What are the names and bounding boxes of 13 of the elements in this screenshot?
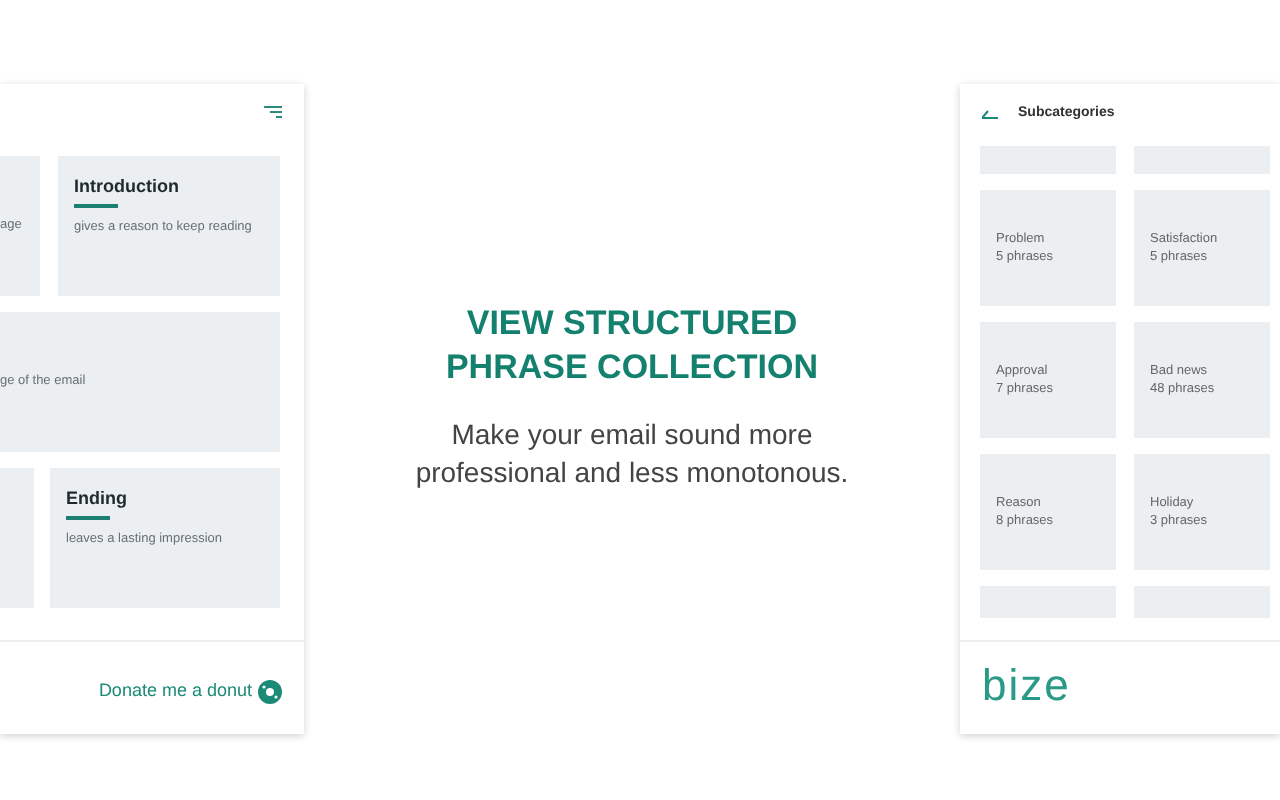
- subtitle: professional and less monotonous.: [415, 454, 849, 492]
- headline: PHRASE COLLECTION: [445, 346, 819, 390]
- logo: bize: [982, 660, 1071, 710]
- menu-icon[interactable]: [264, 106, 282, 118]
- card-title: Introduction: [74, 174, 181, 198]
- donate-link[interactable]: Donate me a donut: [98, 678, 252, 705]
- headline: VIEW STRUCTURED: [466, 302, 798, 346]
- subtitle: Make your email sound more: [451, 416, 813, 454]
- title-underline: [74, 204, 118, 208]
- card-title: Ending: [66, 486, 129, 510]
- back-arrow-icon[interactable]: [982, 110, 998, 120]
- donut-icon: [258, 679, 282, 704]
- title-underline: [66, 516, 110, 520]
